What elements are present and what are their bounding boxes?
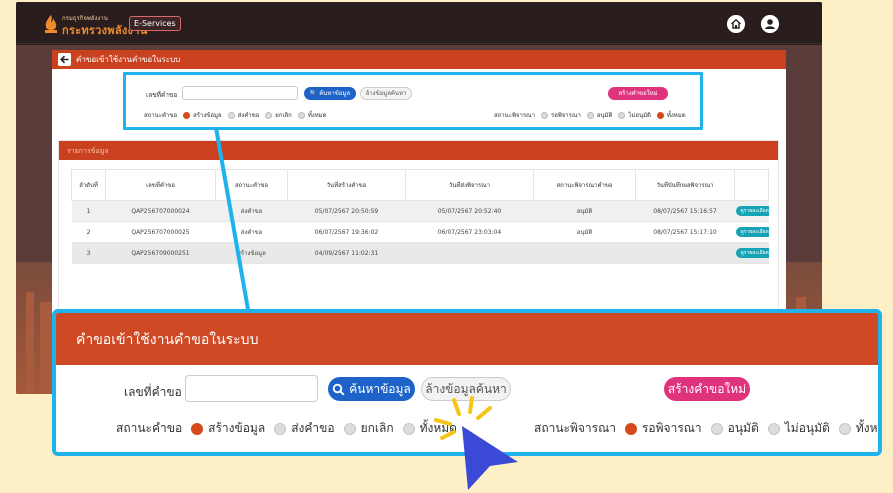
- zoom-review-radio-pending[interactable]: [624, 422, 637, 435]
- data-list-header: รายการข้อมูล: [59, 141, 778, 160]
- cell-request-no: QAP256709000251: [105, 242, 216, 264]
- zoom-review-option-label: รอพิจารณา: [641, 421, 702, 435]
- column-header: วันที่บันทึกผลพิจารณา: [635, 169, 735, 201]
- column-header: สถานะพิจารณาคำขอ: [533, 169, 636, 201]
- cell-reviewed: 08/07/2567 15:17:10: [635, 221, 735, 243]
- cell-status: สร้างข้อมูล: [215, 242, 288, 264]
- cell-request-no: QAP256707000025: [105, 221, 216, 243]
- zoom-request-no-input[interactable]: [185, 375, 318, 402]
- cell-sent: 06/07/2567 23:03:04: [405, 221, 534, 243]
- zoom-status-radio-cancel[interactable]: [343, 422, 356, 435]
- zoom-status-option-label: ยกเลิก: [360, 421, 394, 435]
- zoom-status-radio-created[interactable]: [191, 422, 204, 435]
- cell-no: 1: [71, 200, 106, 222]
- cell-status: ส่งคำขอ: [215, 221, 288, 243]
- zoom-new-request-button[interactable]: สร้างคำขอใหม่: [664, 377, 750, 401]
- column-header: วันที่สร้างคำขอ: [287, 169, 406, 201]
- zoom-status-option-label: สร้างข้อมูล: [208, 421, 266, 435]
- cursor-arrow-icon: [462, 426, 518, 490]
- request-table: ลำดับที่ เลขที่คำขอ สถานะคำขอ วันที่สร้า…: [71, 169, 769, 264]
- view-detail-button[interactable]: ดูรายละเอียด: [735, 248, 769, 258]
- cell-sent: 05/07/2567 20:52:40: [405, 200, 534, 222]
- view-detail-button[interactable]: ดูรายละเอียด: [735, 227, 769, 237]
- table-header-row: ลำดับที่ เลขที่คำขอ สถานะคำขอ วันที่สร้า…: [71, 169, 769, 201]
- highlight-box: [123, 72, 703, 130]
- home-icon[interactable]: [727, 15, 745, 33]
- zoom-header: คำขอเข้าใช้งานคำขอในระบบ: [56, 313, 878, 365]
- user-icon[interactable]: [761, 15, 779, 33]
- search-icon: [333, 383, 345, 396]
- card-header: คำขอเข้าใช้งานคำขอในระบบ: [52, 50, 786, 69]
- zoom-review-option-label: ทั้งหมด: [855, 421, 878, 435]
- zoom-title: คำขอเข้าใช้งานคำขอในระบบ: [76, 332, 259, 348]
- column-header: วันที่ส่งพิจารณา: [405, 169, 534, 201]
- cell-action: ดูรายละเอียด: [734, 242, 769, 264]
- zoom-request-no-label: เลขที่คำขอ: [124, 385, 182, 399]
- cell-review: อนุมัติ: [533, 221, 636, 243]
- back-arrow-icon[interactable]: [58, 53, 71, 66]
- data-list-panel: รายการข้อมูล ลำดับที่ เลขที่คำขอ สถานะคำ…: [58, 140, 779, 317]
- zoom-status-label: สถานะคำขอ: [116, 421, 183, 435]
- column-header: เลขที่คำขอ: [105, 169, 216, 201]
- cell-created: 05/07/2567 20:50:59: [287, 200, 406, 222]
- table-row: 1 QAP256707000024 ส่งคำขอ 05/07/2567 20:…: [71, 200, 769, 222]
- cell-sent: [405, 242, 534, 264]
- cell-reviewed: [635, 242, 735, 264]
- column-header: [734, 169, 769, 201]
- zoom-status-option-label: ส่งคำขอ: [291, 421, 335, 435]
- cell-created: 06/07/2567 19:36:02: [287, 221, 406, 243]
- tower-decoration: [26, 292, 34, 394]
- cell-action: ดูรายละเอียด: [734, 221, 769, 243]
- zoom-search-label: ค้นหาข้อมูล: [349, 381, 411, 396]
- zoom-review-filter: สถานะพิจารณา รอพิจารณา อนุมัติ ไม่อนุมัต…: [534, 419, 878, 438]
- table-row: 3 QAP256709000251 สร้างข้อมูล 04/09/2567…: [71, 242, 769, 264]
- top-bar: กรมธุรกิจพลังงาน กระทรวงพลังงาน E-Servic…: [16, 2, 822, 44]
- zoom-review-radio-all[interactable]: [838, 422, 851, 435]
- view-detail-button[interactable]: ดูรายละเอียด: [735, 206, 769, 216]
- cell-created: 04/09/2567 11:02:31: [287, 242, 406, 264]
- cell-request-no: QAP256707000024: [105, 200, 216, 222]
- cell-review: อนุมัติ: [533, 200, 636, 222]
- zoom-review-radio-approved[interactable]: [710, 422, 723, 435]
- cell-no: 2: [71, 221, 106, 243]
- cell-reviewed: 08/07/2567 15:16:57: [635, 200, 735, 222]
- zoom-status-radio-all[interactable]: [402, 422, 415, 435]
- zoom-review-radio-rejected[interactable]: [767, 422, 780, 435]
- zoom-review-label: สถานะพิจารณา: [534, 421, 616, 435]
- zoom-search-button[interactable]: ค้นหาข้อมูล: [328, 377, 415, 401]
- flame-logo-icon: [45, 15, 57, 33]
- data-list-title: รายการข้อมูล: [67, 147, 109, 155]
- cell-no: 3: [71, 242, 106, 264]
- cell-review: [533, 242, 636, 264]
- eservices-badge: E-Services: [129, 16, 181, 31]
- cell-action: ดูรายละเอียด: [734, 200, 769, 222]
- tower-decoration: [40, 302, 52, 394]
- page-title: คำขอเข้าใช้งานคำขอในระบบ: [76, 55, 181, 64]
- zoom-review-option-label: ไม่อนุมัติ: [784, 421, 830, 435]
- table-row: 2 QAP256707000025 ส่งคำขอ 06/07/2567 19:…: [71, 221, 769, 243]
- zoom-status-filter: สถานะคำขอ สร้างข้อมูล ส่งคำขอ ยกเลิก ทั้…: [116, 419, 457, 438]
- column-header: ลำดับที่: [71, 169, 106, 201]
- zoom-review-option-label: อนุมัติ: [727, 421, 759, 435]
- zoom-status-radio-sent[interactable]: [274, 422, 287, 435]
- cell-status: ส่งคำขอ: [215, 200, 288, 222]
